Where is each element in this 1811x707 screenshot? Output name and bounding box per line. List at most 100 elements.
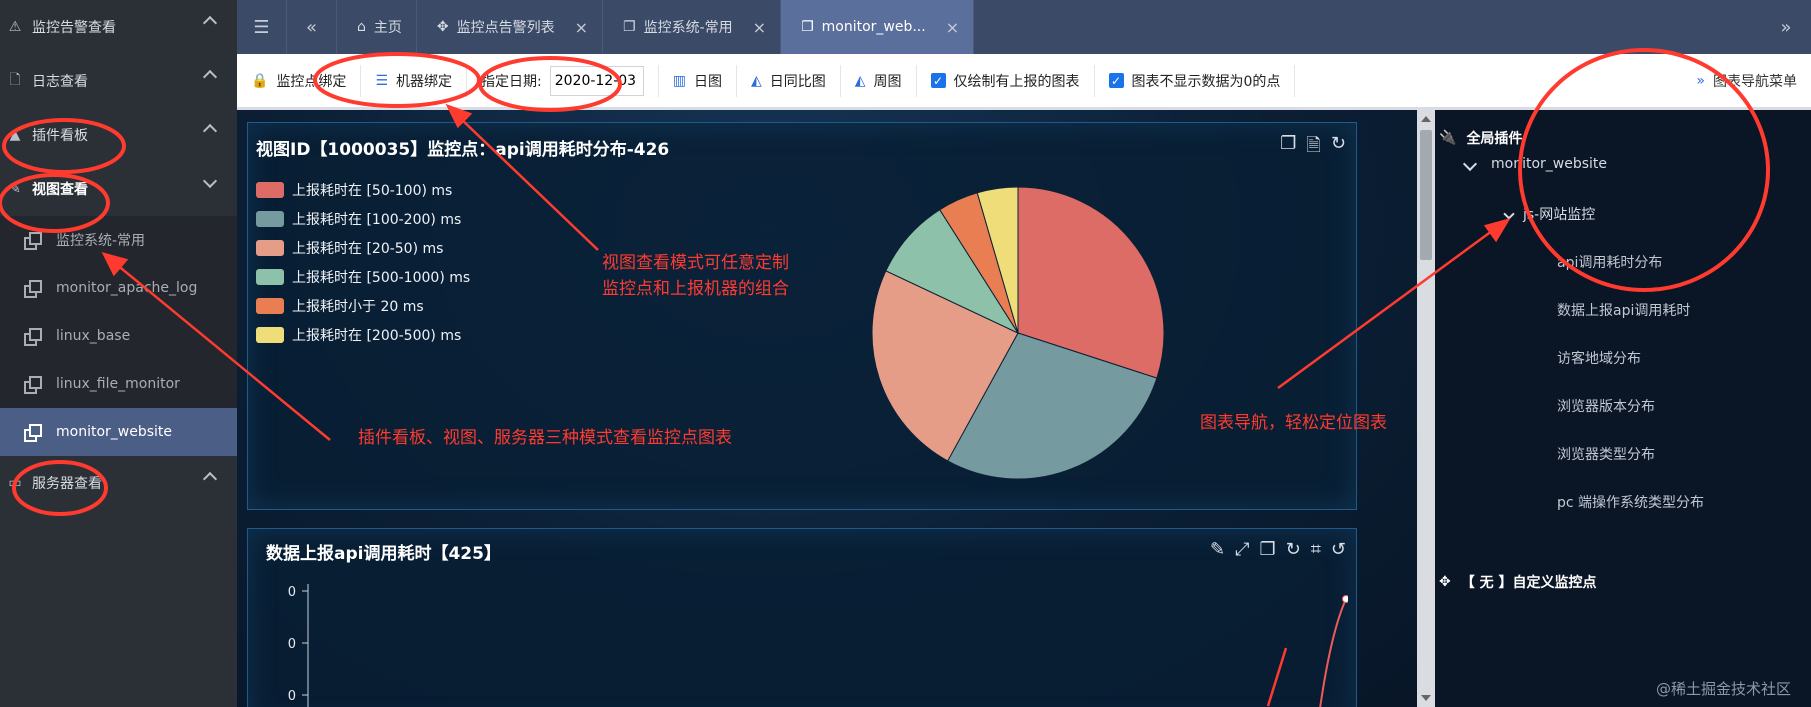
window-icon [24, 232, 42, 250]
tab-alarm-list[interactable]: ✥ 监控点告警列表 × [417, 0, 604, 54]
sidebar-group-view[interactable]: ✎ 视图查看 [0, 162, 237, 216]
nav-plugin-monitor-website[interactable]: monitor_website [1462, 156, 1608, 172]
only-reported-checkbox[interactable]: ✓ 仅绘制有上报的图表 [917, 64, 1095, 97]
tab-home[interactable]: ⌂ 主页 [337, 0, 417, 54]
sidebar-item-monitor-common[interactable]: 监控系统-常用 [0, 216, 237, 264]
legend-swatch [256, 181, 284, 198]
line-chart: 100 80 60 [288, 584, 1348, 707]
close-icon[interactable]: × [575, 18, 588, 37]
sidebar-item-monitor-website[interactable]: monitor_website [0, 408, 237, 456]
legend-item[interactable]: 上报耗时小于 20 ms [256, 291, 470, 320]
tab-bar: ☰ « ⌂ 主页 ✥ 监控点告警列表 × ❐ 监控系统-常用 × ❐ monit… [237, 0, 1811, 54]
window-icon [24, 424, 42, 442]
crosshair-icon: ✥ [1439, 574, 1451, 590]
day-chart-label: 日图 [693, 73, 722, 90]
legend-label: 上报耗时在 [200-500) ms [292, 327, 462, 344]
nav-leaf[interactable]: 浏览器类型分布 [1557, 444, 1655, 464]
day-compare-button[interactable]: ◭ 日同比图 [737, 64, 841, 97]
legend-label: 上报耗时在 [20-50) ms [292, 240, 444, 257]
series-point [1342, 595, 1348, 603]
nav-label: monitor_website [1491, 156, 1608, 172]
nav-sub-js-site[interactable]: js-网站监控 [1503, 204, 1595, 224]
legend-swatch [256, 326, 284, 343]
sidebar-group-label: 插件看板 [32, 128, 88, 144]
date-input[interactable] [549, 65, 644, 96]
nav-leaf[interactable]: 数据上报api调用耗时 [1557, 300, 1690, 320]
refresh-icon[interactable]: ↻ [1286, 539, 1301, 560]
legend-item[interactable]: 上报耗时在 [20-50) ms [256, 233, 470, 262]
legend-swatch [256, 297, 284, 314]
hide-zero-label: 图表不显示数据为0的点 [1131, 73, 1281, 90]
legend-item[interactable]: 上报耗时在 [200-500) ms [256, 320, 470, 349]
week-chart-label: 周图 [873, 73, 902, 90]
sidebar-group-log[interactable]: 🗋 日志查看 [0, 54, 237, 108]
sidebar-group-server[interactable]: ▭ 服务器查看 [0, 456, 237, 510]
close-icon[interactable]: × [946, 18, 959, 37]
checkbox-checked-icon[interactable]: ✓ [930, 73, 946, 88]
bar-chart-icon: ▥ [672, 72, 686, 89]
legend-swatch [256, 268, 284, 285]
crosshair-icon: ✥ [436, 19, 449, 35]
menu-toggle-icon[interactable]: ☰ [237, 0, 287, 54]
undo-icon[interactable]: ↺ [1331, 539, 1346, 560]
nav-custom-points[interactable]: ✥ 【 无 】自定义监控点 [1439, 572, 1596, 592]
close-icon[interactable]: × [753, 18, 766, 37]
sidebar: ⚠ 监控告警查看 🗋 日志查看 ▲ 插件看板 ✎ 视图查看 监控系统-常用 mo… [0, 0, 237, 707]
nav-label: 全局插件 [1466, 131, 1523, 147]
annotation-text: 图表导航，轻松定位图表 [1200, 413, 1387, 433]
nav-global-plugins[interactable]: 🔌 全局插件 [1439, 128, 1522, 148]
refresh-icon[interactable]: ↻ [1331, 133, 1346, 163]
checkbox-checked-icon[interactable]: ✓ [1108, 73, 1124, 88]
tab-label: 监控点告警列表 [456, 20, 555, 36]
legend-label: 上报耗时在 [100-200) ms [292, 211, 462, 228]
day-chart-button[interactable]: ▥ 日图 [659, 64, 737, 97]
hide-zero-checkbox[interactable]: ✓ 图表不显示数据为0的点 [1095, 64, 1296, 97]
copy-icon[interactable]: ❐ [1260, 539, 1276, 560]
tabs-scroll-left-icon[interactable]: « [287, 0, 337, 54]
sidebar-group-label: 日志查看 [32, 74, 88, 90]
scrollbar[interactable] [1417, 110, 1435, 707]
crop-icon[interactable]: ⌗ [1311, 539, 1321, 560]
week-chart-button[interactable]: ◭ 周图 [841, 64, 917, 97]
chart-nav-menu-button[interactable]: » 图表导航菜单 [1696, 71, 1811, 91]
sidebar-item-label: monitor_website [56, 424, 173, 440]
tab-monitor-common[interactable]: ❐ 监控系统-常用 × [603, 0, 782, 54]
chart-title: 视图ID【1000035】监控点：api调用耗时分布-426 [256, 140, 670, 160]
monitor-icon: ▭ [8, 475, 22, 491]
lock-icon: 🔒 [251, 72, 269, 89]
watermark: @稀土掘金技术社区 [1655, 680, 1791, 698]
fullscreen-icon[interactable]: ⤢ [1235, 539, 1249, 560]
chart-area: 视图ID【1000035】监控点：api调用耗时分布-426 ❐ 🗎 ↻ 上报耗… [237, 110, 1417, 707]
nav-leaf[interactable]: pc 端操作系统类型分布 [1557, 492, 1704, 512]
legend-item[interactable]: 上报耗时在 [50-100) ms [256, 175, 470, 204]
legend-swatch [256, 239, 284, 256]
document-icon[interactable]: 🗎 [1306, 133, 1320, 163]
annotation-text: 插件看板、视图、服务器三种模式查看监控点图表 [358, 428, 732, 448]
sidebar-item-linux-file-monitor[interactable]: linux_file_monitor [0, 360, 237, 408]
legend-item[interactable]: 上报耗时在 [500-1000) ms [256, 262, 470, 291]
bind-machine-button[interactable]: ☰ 机器绑定 [361, 64, 467, 97]
edit-icon[interactable]: ✎ [1210, 539, 1225, 560]
y-tick-label: 80 [288, 637, 296, 652]
sidebar-item-label: 监控系统-常用 [56, 233, 146, 249]
nav-leaf[interactable]: api调用耗时分布 [1557, 252, 1662, 272]
nav-leaf[interactable]: 访客地域分布 [1557, 348, 1641, 368]
sidebar-item-label: linux_base [56, 328, 131, 344]
tab-monitor-website[interactable]: ❐ monitor_web... × [781, 0, 975, 54]
toolbar: 🔒 监控点绑定 ☰ 机器绑定 指定日期: ▥ 日图 ◭ 日同比图 ◭ 周图 ✓ … [237, 54, 1811, 110]
sidebar-group-alarm[interactable]: ⚠ 监控告警查看 [0, 0, 237, 54]
sidebar-group-plugin-board[interactable]: ▲ 插件看板 [0, 108, 237, 162]
legend-swatch [256, 210, 284, 227]
pie-chart [871, 186, 1165, 480]
nav-leaf[interactable]: 浏览器版本分布 [1557, 396, 1655, 416]
sidebar-item-apache-log[interactable]: monitor_apache_log [0, 264, 237, 312]
copy-icon[interactable]: ❐ [1280, 133, 1296, 163]
bind-point-button[interactable]: 🔒 监控点绑定 [237, 64, 362, 97]
sidebar-group-label: 视图查看 [32, 182, 88, 198]
tabs-scroll-right-icon[interactable]: » [1761, 0, 1811, 54]
chart-title: 数据上报api调用耗时【425】 [266, 544, 501, 564]
chevron-up-icon [202, 471, 218, 487]
day-compare-label: 日同比图 [769, 73, 826, 90]
legend-item[interactable]: 上报耗时在 [100-200) ms [256, 204, 470, 233]
sidebar-item-linux-base[interactable]: linux_base [0, 312, 237, 360]
